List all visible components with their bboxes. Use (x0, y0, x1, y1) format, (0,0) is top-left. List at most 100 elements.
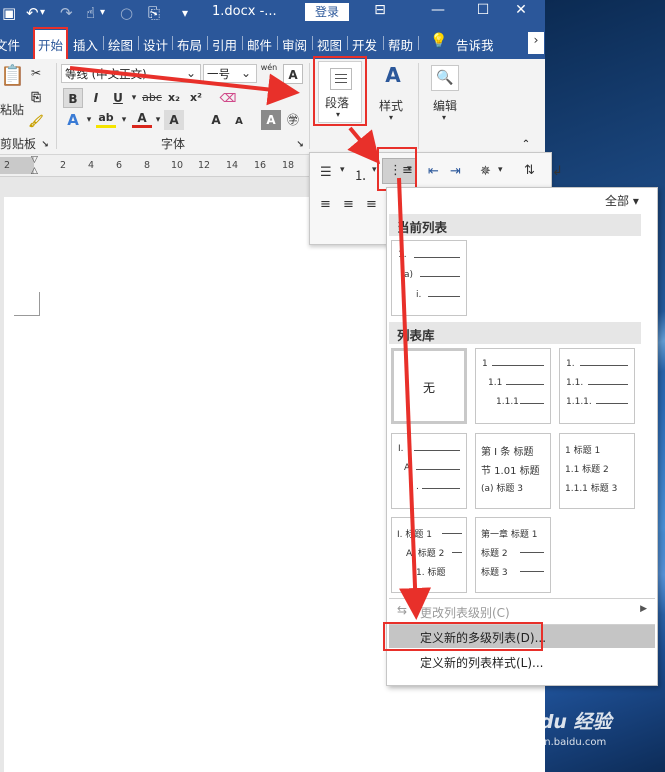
save-icon[interactable]: ▣ (2, 3, 16, 23)
shrink-font-button[interactable]: A (229, 112, 249, 132)
touch-mode-icon[interactable]: ☝ (86, 3, 95, 23)
bullets-dropdown-icon[interactable]: ▾ (340, 165, 345, 175)
sort-icon[interactable]: ⇅ (524, 163, 535, 178)
circle-icon[interactable]: ○ (120, 3, 133, 23)
editing-dropdown-icon[interactable]: ▾ (442, 113, 446, 122)
asian-layout-dropdown-icon[interactable]: ▾ (498, 165, 503, 175)
filter-dropdown[interactable]: 全部 ▾ (605, 192, 639, 209)
ribbon-tabs: 文件 开始 插入 绘图 设计 布局 引用 邮件 审阅 视图 开发 帮助 💡 告诉… (0, 26, 545, 59)
show-marks-icon[interactable]: ↲ (552, 164, 563, 179)
char-border-icon[interactable]: A (283, 64, 303, 84)
watermark-brand: Baidu 经验 (506, 711, 612, 733)
font-name-combo[interactable]: 等线 (中文正文) (61, 64, 201, 83)
clipboard-launcher-icon[interactable]: ↘ (38, 135, 52, 155)
phonetic-guide-icon[interactable]: wén (259, 63, 279, 83)
list-style-heading-roman[interactable]: I. 标题 1 A. 标题 2 1. 标题 (391, 517, 467, 593)
numbering-icon[interactable]: ⒈ (354, 165, 367, 184)
bullets-icon[interactable]: ☰ (320, 165, 332, 180)
copy-icon[interactable]: ⎘ (26, 87, 46, 107)
maximize-icon[interactable]: ☐ (470, 2, 496, 18)
current-list-header: 当前列表 (389, 214, 641, 236)
touch-dropdown-icon[interactable]: ▾ (100, 3, 105, 23)
list-style-chapter[interactable]: 第一章 标题 1 标题 2 标题 3 (475, 517, 551, 593)
close-icon[interactable]: ✕ (508, 2, 534, 18)
tab-draw[interactable]: 绘图 (108, 35, 133, 54)
strikethrough-button[interactable]: abc (140, 88, 164, 108)
list-style-article-section[interactable]: 第 I 条 标题 节 1.01 标题 (a) 标题 3 (475, 433, 551, 509)
list-marker: I. (398, 444, 404, 454)
paste-icon[interactable]: 📋 (0, 65, 25, 85)
search-icon[interactable]: 🔍 (431, 65, 459, 91)
superscript-button[interactable]: x² (186, 88, 206, 108)
tab-review[interactable]: 审阅 (282, 35, 307, 54)
list-marker: 第 I 条 标题 (481, 447, 534, 458)
editing-label[interactable]: 编辑 (433, 97, 457, 114)
list-marker: 1.1.1. (566, 397, 592, 407)
minimize-icon[interactable]: — (425, 2, 451, 18)
format-painter-icon[interactable]: 🖌 (26, 111, 46, 131)
cut-icon[interactable]: ✂ (26, 63, 46, 83)
redo-icon[interactable]: ↷ (60, 3, 73, 23)
define-list-style-item[interactable]: 定义新的列表样式(L)... (389, 650, 655, 673)
tab-view[interactable]: 视图 (317, 35, 342, 54)
highlight-define-multilevel (383, 622, 543, 651)
list-style-heading-numeric[interactable]: 1 标题 1 1.1 标题 2 1.1.1 标题 3 (559, 433, 635, 509)
undo-dropdown-icon[interactable]: ▾ (40, 3, 45, 23)
bold-button[interactable]: B (63, 88, 83, 108)
current-list-item[interactable]: 1. a) i. (391, 240, 467, 316)
align-left-icon[interactable]: ≡ (320, 197, 331, 212)
document-icon[interactable]: ⎘ (148, 3, 160, 23)
clear-format-icon[interactable]: ⌫ (218, 88, 238, 108)
char-shading-icon[interactable]: A (164, 110, 184, 130)
tab-file[interactable]: 文件 (0, 35, 20, 54)
subscript-button[interactable]: x₂ (164, 88, 184, 108)
font-launcher-icon[interactable]: ↘ (293, 135, 307, 155)
tab-design[interactable]: 设计 (143, 35, 168, 54)
undo-icon[interactable]: ↶ (26, 3, 39, 23)
enclose-char-icon[interactable]: ㊫ (283, 110, 303, 130)
list-marker: 1. (398, 250, 407, 260)
font-name-dropdown-icon[interactable]: ⌄ (181, 63, 201, 83)
italic-button[interactable]: I (86, 88, 106, 108)
tab-insert[interactable]: 插入 (73, 35, 98, 54)
grow-font-button[interactable]: A (206, 110, 226, 130)
tab-layout[interactable]: 布局 (177, 35, 202, 54)
paste-label[interactable]: 粘贴 (0, 101, 24, 118)
styles-label[interactable]: 样式 (379, 97, 403, 114)
list-style-numeric-outline[interactable]: 1 1.1 1.1.1 (475, 348, 551, 424)
hanging-indent-icon[interactable]: △ (31, 166, 38, 176)
asian-layout-icon[interactable]: ✵ (480, 164, 491, 179)
list-marker: 1 标题 1 (565, 446, 601, 456)
highlight-dropdown-icon[interactable]: ▾ (114, 110, 134, 130)
login-button[interactable]: 登录 (305, 3, 349, 21)
styles-icon[interactable]: A (381, 65, 405, 89)
ribbon-display-icon[interactable]: ⊟ (367, 2, 393, 18)
ruler-tick: 18 (282, 160, 295, 171)
list-marker: (a) 标题 3 (481, 484, 523, 494)
ribbon-home: 📋 粘贴 ✂ ⎘ 🖌 剪贴板 ↘ 等线 (中文正文) ⌄ 一号 ⌄ wén A … (0, 56, 545, 155)
highlight-color-icon[interactable]: ab (96, 110, 116, 128)
align-center-icon[interactable]: ≡ (343, 197, 354, 212)
font-size-dropdown-icon[interactable]: ⌄ (236, 63, 256, 83)
list-style-numeric-dotted[interactable]: 1. 1.1. 1.1.1. (559, 348, 635, 424)
char-border-shade-icon[interactable]: A (261, 110, 281, 130)
define-list-style-label: 定义新的列表样式(L)... (420, 656, 544, 670)
tell-me-search[interactable]: 告诉我 (456, 35, 494, 54)
styles-dropdown-icon[interactable]: ▾ (389, 113, 393, 122)
align-right-icon[interactable]: ≡ (366, 197, 377, 212)
tab-mailings[interactable]: 邮件 (247, 35, 272, 54)
list-marker: . (416, 482, 419, 492)
tab-help[interactable]: 帮助 (388, 35, 413, 54)
list-style-roman[interactable]: I. A . (391, 433, 467, 509)
indent-marker-icon[interactable]: ▽ (31, 155, 38, 165)
tab-developer[interactable]: 开发 (352, 35, 377, 54)
list-style-none[interactable]: 无 (391, 348, 467, 424)
increase-indent-icon[interactable]: ⇥ (450, 164, 461, 179)
numbering-dropdown-icon[interactable]: ▾ (372, 165, 377, 175)
ribbon-scroll-icon[interactable]: › (528, 32, 544, 54)
change-list-level-item[interactable]: ⇆ 更改列表级别(C) ▶ (389, 600, 655, 623)
decrease-indent-icon[interactable]: ⇤ (428, 164, 439, 179)
tab-references[interactable]: 引用 (212, 35, 237, 54)
list-marker: 1. 标题 (416, 568, 446, 578)
customize-toolbar-icon[interactable]: ▾ (182, 3, 188, 23)
